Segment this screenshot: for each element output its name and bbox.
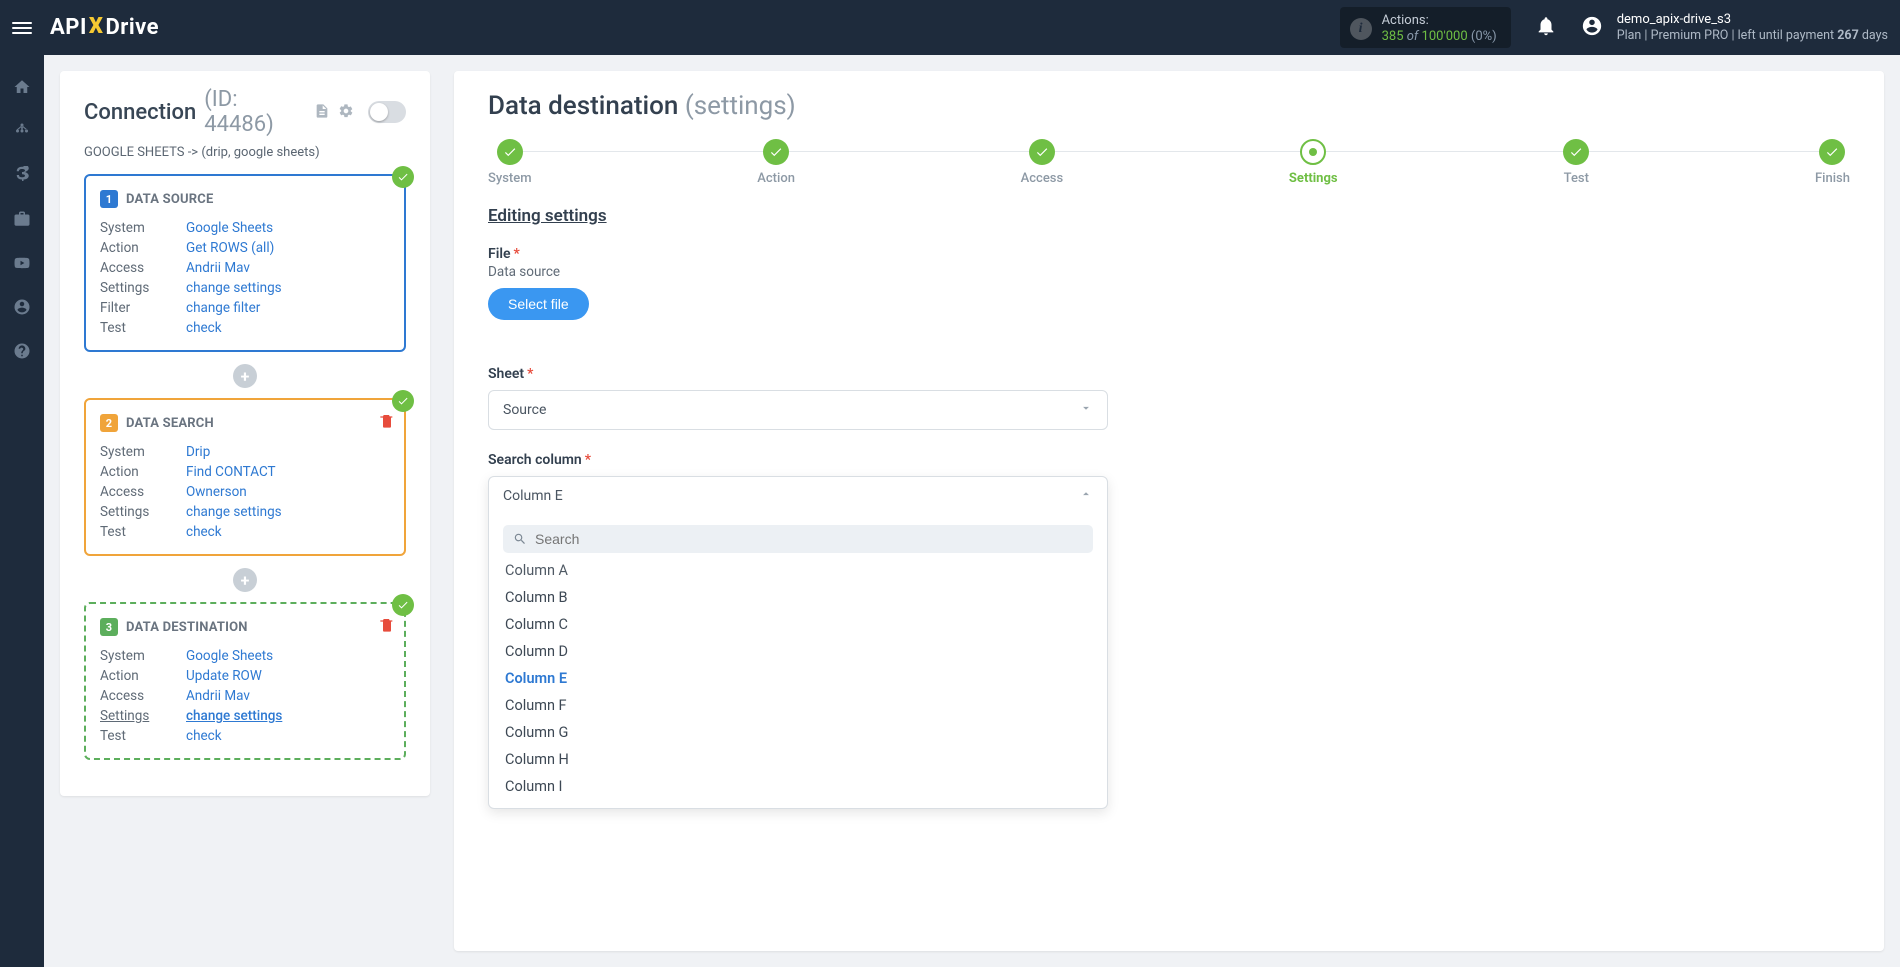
option-column-f[interactable]: Column F [503,692,1093,719]
logo-x-icon: X [89,14,104,39]
search-column-head[interactable]: Column E [489,477,1107,515]
section-heading: Editing settings [488,206,1850,226]
chevron-down-icon [1079,401,1093,419]
option-column-g[interactable]: Column G [503,719,1093,746]
briefcase-icon[interactable] [8,205,36,233]
home-icon[interactable] [8,73,36,101]
logo[interactable]: API X Drive [50,15,159,40]
step-access[interactable]: Access [1021,139,1064,186]
actions-counter[interactable]: i Actions: 385 of 100'000 (0%) [1340,7,1511,48]
connection-id: (ID: 44486) [204,87,306,137]
actions-label: Actions: [1382,13,1497,29]
step-finish[interactable]: Finish [1815,139,1850,186]
search-column-select: Column E Column A Column B Column C Colu… [488,476,1108,809]
step-action[interactable]: Action [757,139,795,186]
option-column-h[interactable]: Column H [503,746,1093,773]
card-data-search: 2 DATA SEARCH SystemDrip ActionFind CONT… [84,398,406,556]
step-settings[interactable]: Settings [1289,139,1338,186]
option-column-e[interactable]: Column E [503,665,1093,692]
search-icon [513,532,527,546]
left-rail [0,55,44,967]
card-data-destination: 3 DATA DESTINATION SystemGoogle Sheets A… [84,602,406,760]
check-icon [392,166,414,188]
connection-toggle[interactable] [368,101,406,123]
username: demo_apix-drive_s3 [1617,12,1888,28]
settings-panel: Data destination (settings) System Actio… [454,71,1884,951]
info-icon: i [1350,18,1372,40]
user-avatar-icon[interactable] [1581,15,1603,41]
check-icon [392,594,414,616]
actions-total: 100'000 [1422,29,1468,44]
connection-panel: Connection (ID: 44486) GOOGLE SHEETS -> … [60,71,430,796]
help-icon[interactable] [8,337,36,365]
connections-icon[interactable] [8,117,36,145]
menu-toggle[interactable] [12,22,32,34]
select-file-button[interactable]: Select file [488,288,589,320]
option-column-i[interactable]: Column I [503,773,1093,800]
check-icon [392,390,414,412]
delete-button[interactable] [379,617,395,637]
card-data-source: 1 DATA SOURCE SystemGoogle Sheets Action… [84,174,406,352]
actions-used: 385 [1382,29,1404,44]
youtube-icon[interactable] [8,249,36,277]
option-column-d[interactable]: Column D [503,638,1093,665]
billing-icon[interactable] [8,161,36,189]
connection-title: Connection (ID: 44486) [84,87,406,137]
step-system[interactable]: System [488,139,532,186]
top-header: API X Drive i Actions: 385 of 100'000 (0… [0,0,1900,55]
logo-api: API [50,15,87,40]
notifications-icon[interactable] [1535,15,1557,41]
connection-subtitle: GOOGLE SHEETS -> (drip, google sheets) [84,145,406,160]
stepper: System Action Access Settings Test Finis… [488,139,1850,186]
option-column-c[interactable]: Column C [503,611,1093,638]
actions-pct: (0%) [1471,29,1497,44]
logo-drive: Drive [105,15,159,40]
step-test[interactable]: Test [1563,139,1589,186]
document-icon[interactable] [314,100,330,125]
chevron-up-icon [1079,487,1093,505]
sheet-select[interactable]: Source [488,390,1108,430]
gear-icon[interactable] [338,100,354,125]
option-column-b[interactable]: Column B [503,584,1093,611]
user-info[interactable]: demo_apix-drive_s3 Plan | Premium PRO | … [1617,12,1888,44]
option-column-a[interactable]: Column A [503,557,1093,584]
delete-button[interactable] [379,413,395,433]
add-step-button[interactable]: + [233,568,257,592]
page-title: Data destination (settings) [488,91,1850,121]
add-step-button[interactable]: + [233,364,257,388]
account-icon[interactable] [8,293,36,321]
file-hint: Data source [488,264,1108,280]
dropdown-search [503,525,1093,553]
search-input[interactable] [535,531,1083,547]
current-settings-link[interactable]: change settings [186,708,282,724]
